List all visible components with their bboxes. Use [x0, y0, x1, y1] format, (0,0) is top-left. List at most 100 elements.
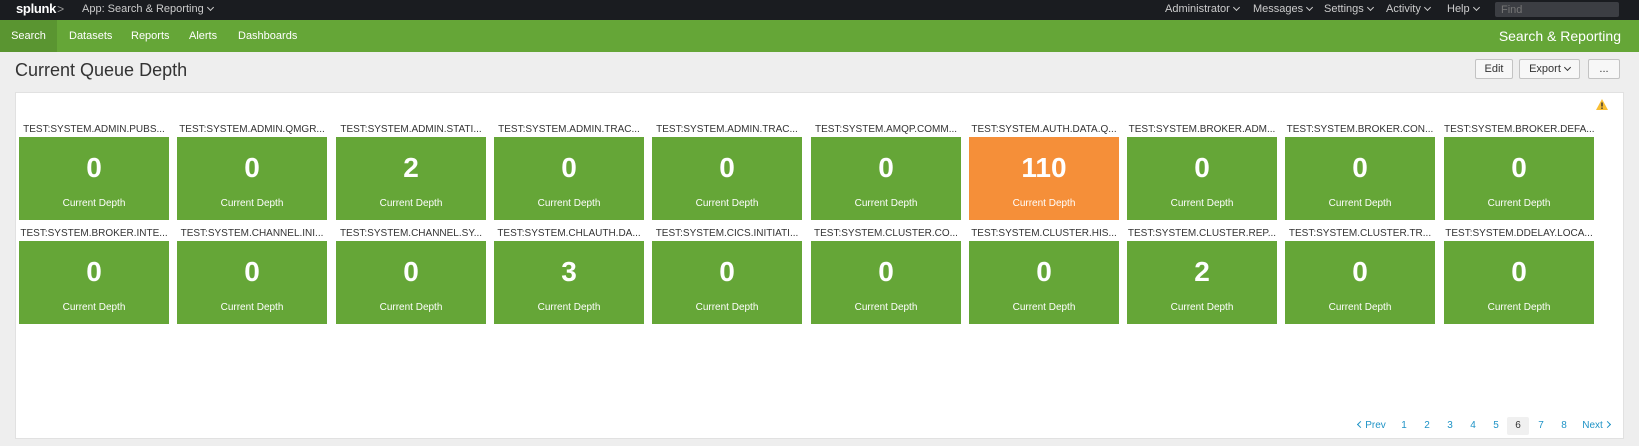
- warning-icon[interactable]: [1596, 99, 1608, 110]
- chevron-down-icon: [206, 3, 214, 12]
- single-value-tile[interactable]: 0 Current Depth: [811, 241, 961, 324]
- tile-value: 0: [1511, 152, 1527, 183]
- single-value-tile[interactable]: 0 Current Depth: [336, 241, 486, 324]
- app-selector[interactable]: App: Search & Reporting: [82, 3, 214, 15]
- tile-value: 0: [719, 256, 735, 287]
- nav-search[interactable]: Search: [0, 20, 57, 52]
- tile-title: TEST:SYSTEM.CHLAUTH.DA...: [497, 228, 641, 239]
- single-value-tile[interactable]: 0 Current Depth: [1444, 241, 1594, 324]
- tile-caption: Current Depth: [1012, 302, 1076, 313]
- single-value-tile[interactable]: 2 Current Depth: [336, 137, 486, 220]
- tile-value: 0: [1352, 152, 1368, 183]
- pagination-page-4[interactable]: 4: [1464, 417, 1482, 435]
- tile-value: 0: [86, 152, 102, 183]
- tile-title: TEST:SYSTEM.BROKER.DEFA...: [1444, 124, 1594, 135]
- tile-title: TEST:SYSTEM.CLUSTER.REP...: [1127, 228, 1277, 239]
- tile-value: 0: [719, 152, 735, 183]
- tile-value: 0: [403, 256, 419, 287]
- pagination-page-8[interactable]: 8: [1555, 417, 1573, 435]
- pagination-page-3[interactable]: 3: [1441, 417, 1459, 435]
- single-value-tile[interactable]: 0 Current Depth: [494, 137, 644, 220]
- tile-title: TEST:SYSTEM.ADMIN.TRAC...: [656, 124, 798, 135]
- find-input[interactable]: [1495, 2, 1619, 17]
- tile-title: TEST:SYSTEM.CLUSTER.CO...: [814, 228, 958, 239]
- single-value-tile[interactable]: 0 Current Depth: [652, 241, 802, 324]
- tile-title: TEST:SYSTEM.ADMIN.PUBS...: [23, 124, 165, 135]
- chevron-down-icon: [1306, 3, 1314, 12]
- tile-title: TEST:SYSTEM.AMQP.COMM...: [814, 124, 958, 135]
- chevron-down-icon: [1232, 3, 1240, 12]
- more-actions-button[interactable]: ...: [1588, 59, 1620, 79]
- top-bar: splunk> App: Search & Reporting Administ…: [0, 0, 1639, 20]
- menu-activity[interactable]: Activity: [1386, 3, 1431, 15]
- tile-caption: Current Depth: [537, 198, 601, 209]
- tile-value: 110: [1021, 152, 1067, 183]
- tile-caption: Current Depth: [1328, 198, 1392, 209]
- single-value-tile[interactable]: 110 Current Depth: [969, 137, 1119, 220]
- single-value-tile[interactable]: 0 Current Depth: [19, 241, 169, 324]
- export-button[interactable]: Export: [1519, 59, 1580, 79]
- tile-title: TEST:SYSTEM.ADMIN.QMGR...: [179, 124, 325, 135]
- splunk-logo[interactable]: splunk>: [16, 1, 64, 16]
- single-value-tile[interactable]: 0 Current Depth: [1285, 241, 1435, 324]
- tile-title: TEST:SYSTEM.CICS.INITIATI...: [655, 228, 799, 239]
- menu-administrator[interactable]: Administrator: [1165, 3, 1240, 15]
- pagination-page-1[interactable]: 1: [1395, 417, 1413, 435]
- tile-caption: Current Depth: [62, 302, 126, 313]
- pagination-page-5[interactable]: 5: [1487, 417, 1505, 435]
- chevron-left-icon: [1357, 420, 1365, 429]
- tile-caption: Current Depth: [854, 302, 918, 313]
- pagination-page-6[interactable]: 6: [1507, 417, 1529, 435]
- tile-title: TEST:SYSTEM.AUTH.DATA.Q...: [971, 124, 1117, 135]
- pagination-page-7[interactable]: 7: [1532, 417, 1550, 435]
- chevron-down-icon: [1563, 63, 1571, 72]
- tile-value: 2: [1194, 256, 1210, 287]
- tile-caption: Current Depth: [1170, 302, 1234, 313]
- single-value-tile[interactable]: 0 Current Depth: [177, 137, 327, 220]
- single-value-tile[interactable]: 0 Current Depth: [177, 241, 327, 324]
- edit-button[interactable]: Edit: [1475, 59, 1513, 79]
- menu-help[interactable]: Help: [1447, 3, 1480, 15]
- pagination-next[interactable]: Next: [1578, 417, 1614, 435]
- tile-caption: Current Depth: [1170, 198, 1234, 209]
- single-value-tile[interactable]: 0 Current Depth: [1127, 137, 1277, 220]
- tile-title: TEST:SYSTEM.CHANNEL.INI...: [180, 228, 324, 239]
- tile-value: 0: [878, 256, 894, 287]
- tile-caption: Current Depth: [379, 302, 443, 313]
- menu-messages[interactable]: Messages: [1253, 3, 1314, 15]
- single-value-tile[interactable]: 0 Current Depth: [19, 137, 169, 220]
- pagination-page-2[interactable]: 2: [1418, 417, 1436, 435]
- tile-title: TEST:SYSTEM.CHANNEL.SY...: [339, 228, 483, 239]
- tile-title: TEST:SYSTEM.CLUSTER.HIS...: [971, 228, 1117, 239]
- tile-value: 2: [403, 152, 419, 183]
- tile-value: 0: [561, 152, 577, 183]
- single-value-tile[interactable]: 0 Current Depth: [969, 241, 1119, 324]
- tile-value: 0: [86, 256, 102, 287]
- menu-settings[interactable]: Settings: [1324, 3, 1374, 15]
- nav-dashboards[interactable]: Dashboards: [238, 20, 297, 52]
- single-value-tile[interactable]: 2 Current Depth: [1127, 241, 1277, 324]
- tile-caption: Current Depth: [1012, 198, 1076, 209]
- single-value-tile[interactable]: 3 Current Depth: [494, 241, 644, 324]
- nav-reports[interactable]: Reports: [131, 20, 170, 52]
- tile-caption: Current Depth: [695, 302, 759, 313]
- tile-caption: Current Depth: [537, 302, 601, 313]
- tile-caption: Current Depth: [1487, 198, 1551, 209]
- tile-caption: Current Depth: [854, 198, 918, 209]
- page-title: Current Queue Depth: [15, 60, 188, 80]
- single-value-tile[interactable]: 0 Current Depth: [811, 137, 961, 220]
- tile-caption: Current Depth: [220, 198, 284, 209]
- tile-value: 0: [1194, 152, 1210, 183]
- nav-alerts[interactable]: Alerts: [189, 20, 217, 52]
- single-value-tile[interactable]: 0 Current Depth: [652, 137, 802, 220]
- pagination-prev[interactable]: Prev: [1356, 417, 1388, 435]
- tile-value: 0: [878, 152, 894, 183]
- single-value-tile[interactable]: 0 Current Depth: [1285, 137, 1435, 220]
- tile-title: TEST:SYSTEM.BROKER.ADM...: [1128, 124, 1276, 135]
- single-value-tile[interactable]: 0 Current Depth: [1444, 137, 1594, 220]
- tile-title: TEST:SYSTEM.ADMIN.TRAC...: [498, 124, 640, 135]
- nav-datasets[interactable]: Datasets: [69, 20, 112, 52]
- tile-value: 3: [561, 256, 577, 287]
- tile-title: TEST:SYSTEM.CLUSTER.TR...: [1288, 228, 1432, 239]
- app-nav-bar: Search Datasets Reports Alerts Dashboard…: [0, 20, 1639, 52]
